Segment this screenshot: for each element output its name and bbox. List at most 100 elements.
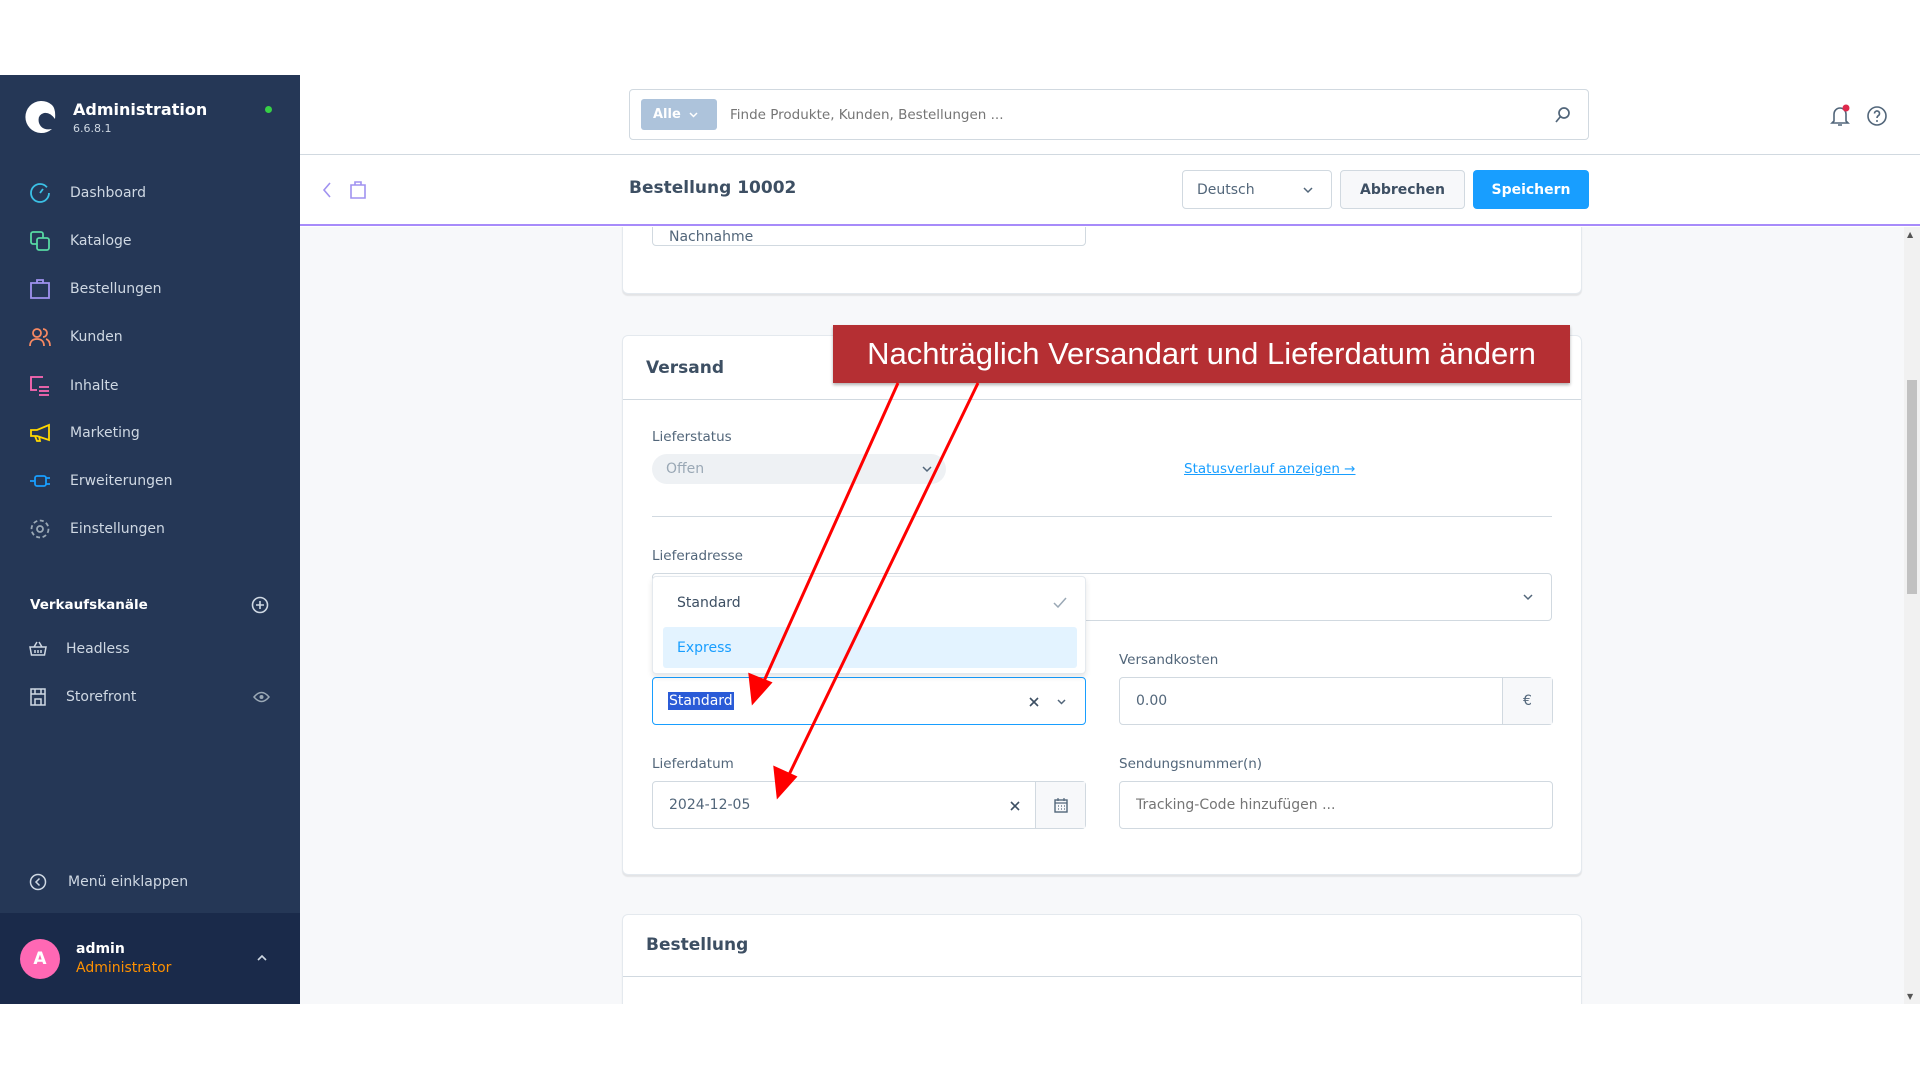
chevron-down-icon (1057, 699, 1066, 705)
currency-suffix: € (1502, 678, 1552, 724)
status-dot (265, 106, 272, 113)
dashboard-icon (30, 183, 50, 203)
global-search: Alle (629, 89, 1589, 140)
user-name: admin (76, 941, 125, 957)
tracking-code-input[interactable] (1136, 797, 1526, 813)
bag-icon (30, 279, 50, 299)
chevron-down-icon (1523, 594, 1533, 601)
shipping-cost-value: 0.00 (1136, 693, 1168, 709)
delivery-date-label: Lieferdatum (652, 756, 734, 772)
eye-icon[interactable] (253, 691, 270, 703)
avatar: A (20, 939, 60, 979)
option-label: Standard (677, 595, 741, 611)
app-title: Administration (73, 100, 208, 119)
users-icon (29, 328, 51, 347)
sidebar-item-inhalte[interactable]: Inhalte (0, 364, 300, 408)
search-input[interactable] (730, 100, 1530, 130)
annotation-callout: Nachträglich Versandart und Lieferdatum … (833, 325, 1570, 383)
bell-icon[interactable] (1830, 104, 1852, 128)
content-icon (30, 376, 49, 396)
cancel-button[interactable]: Abbrechen (1340, 170, 1465, 209)
sidebar-item-label: Bestellungen (70, 281, 162, 297)
chevron-down-icon (1303, 187, 1313, 194)
back-chevron-icon[interactable] (321, 180, 333, 200)
catalog-icon (30, 231, 50, 251)
tracking-label: Sendungsnummer(n) (1119, 756, 1263, 772)
divider (623, 976, 1581, 977)
delivery-status-select[interactable]: Offen (652, 454, 946, 484)
payment-card: Nachnahme (622, 227, 1582, 294)
chevron-down-icon (922, 466, 932, 473)
shopware-logo-icon (25, 101, 56, 133)
sidebar-item-dashboard[interactable]: Dashboard (0, 171, 300, 215)
sidebar-item-label: Headless (66, 641, 130, 657)
sidebar-item-bestellungen[interactable]: Bestellungen (0, 267, 300, 311)
plug-icon (30, 475, 50, 487)
dropdown-option-express[interactable]: Express (663, 627, 1077, 668)
delivery-status-label: Lieferstatus (652, 429, 732, 445)
order-title: Bestellung (646, 935, 749, 955)
save-button[interactable]: Speichern (1473, 170, 1589, 209)
sidebar-item-erweiterungen[interactable]: Erweiterungen (0, 459, 300, 503)
search-filter-dropdown[interactable]: Alle (641, 99, 717, 130)
shipping-cost-input[interactable]: 0.00 € (1119, 677, 1553, 725)
divider (652, 516, 1552, 517)
sales-channel-headless[interactable]: Headless (0, 627, 300, 671)
storefront-icon (30, 688, 46, 706)
shipping-method-select[interactable]: Standard (652, 677, 1086, 725)
delivery-status-value: Offen (666, 461, 705, 477)
basket-icon (29, 641, 47, 656)
add-sales-channel-icon[interactable] (251, 596, 269, 614)
help-icon[interactable] (1866, 105, 1888, 127)
delivery-date-value: 2024-12-05 (669, 797, 751, 813)
status-history-link[interactable]: Statusverlauf anzeigen → (1184, 461, 1356, 477)
chevron-left-circle-icon (29, 873, 47, 891)
payment-method-value: Nachnahme (669, 229, 754, 245)
order-card: Bestellung (622, 914, 1582, 1004)
sidebar-item-kunden[interactable]: Kunden (0, 315, 300, 359)
megaphone-icon (30, 423, 50, 442)
app-version: 6.6.8.1 (73, 122, 112, 135)
page-header (300, 155, 1920, 226)
user-menu[interactable]: A admin Administrator (0, 913, 300, 1004)
sidebar-item-kataloge[interactable]: Kataloge (0, 219, 300, 263)
option-label: Express (677, 639, 732, 656)
sales-channel-storefront[interactable]: Storefront (0, 675, 300, 719)
sidebar-item-label: Kunden (70, 329, 123, 345)
search-filter-label: Alle (653, 107, 681, 122)
divider (623, 399, 1581, 400)
scrollbar[interactable]: ▲ ▼ (1904, 227, 1920, 1004)
clear-icon[interactable] (1009, 800, 1021, 812)
search-icon[interactable] (1554, 106, 1572, 124)
delivery-date-input[interactable]: 2024-12-05 (652, 781, 1086, 829)
dropdown-option-standard[interactable]: Standard (657, 583, 1081, 623)
sidebar-item-label: Inhalte (70, 378, 119, 394)
sidebar-item-label: Marketing (70, 425, 140, 441)
tracking-input[interactable] (1119, 781, 1553, 829)
sidebar-item-einstellungen[interactable]: Einstellungen (0, 507, 300, 551)
scroll-up-arrow-icon[interactable]: ▲ (1907, 230, 1913, 239)
calendar-icon (1053, 798, 1068, 813)
shipping-method-value[interactable]: Standard (668, 692, 734, 710)
sidebar-item-label: Erweiterungen (70, 473, 173, 489)
page-title: Bestellung 10002 (629, 178, 797, 198)
collapse-menu-label: Menü einklappen (68, 874, 189, 890)
chevron-up-icon (257, 954, 267, 961)
scrollbar-thumb[interactable] (1907, 380, 1917, 594)
sidebar-item-label: Dashboard (70, 185, 146, 201)
sales-channels-heading: Verkaufskanäle (30, 597, 148, 613)
sidebar-item-label: Storefront (66, 689, 137, 705)
bag-icon (350, 181, 366, 199)
check-icon (1053, 597, 1067, 608)
sidebar-item-marketing[interactable]: Marketing (0, 411, 300, 455)
language-select[interactable]: Deutsch (1182, 170, 1332, 209)
scroll-down-arrow-icon[interactable]: ▼ (1907, 992, 1913, 1001)
collapse-menu-button[interactable]: Menü einklappen (0, 860, 300, 904)
sidebar-item-label: Kataloge (70, 233, 132, 249)
calendar-button[interactable] (1035, 782, 1085, 828)
chevron-down-icon (689, 111, 698, 118)
shipping-card: Versand Lieferstatus Offen Statusverlauf… (622, 335, 1582, 875)
payment-method-select[interactable]: Nachnahme (652, 227, 1086, 246)
gear-icon (30, 519, 50, 539)
clear-icon[interactable] (1028, 696, 1040, 708)
